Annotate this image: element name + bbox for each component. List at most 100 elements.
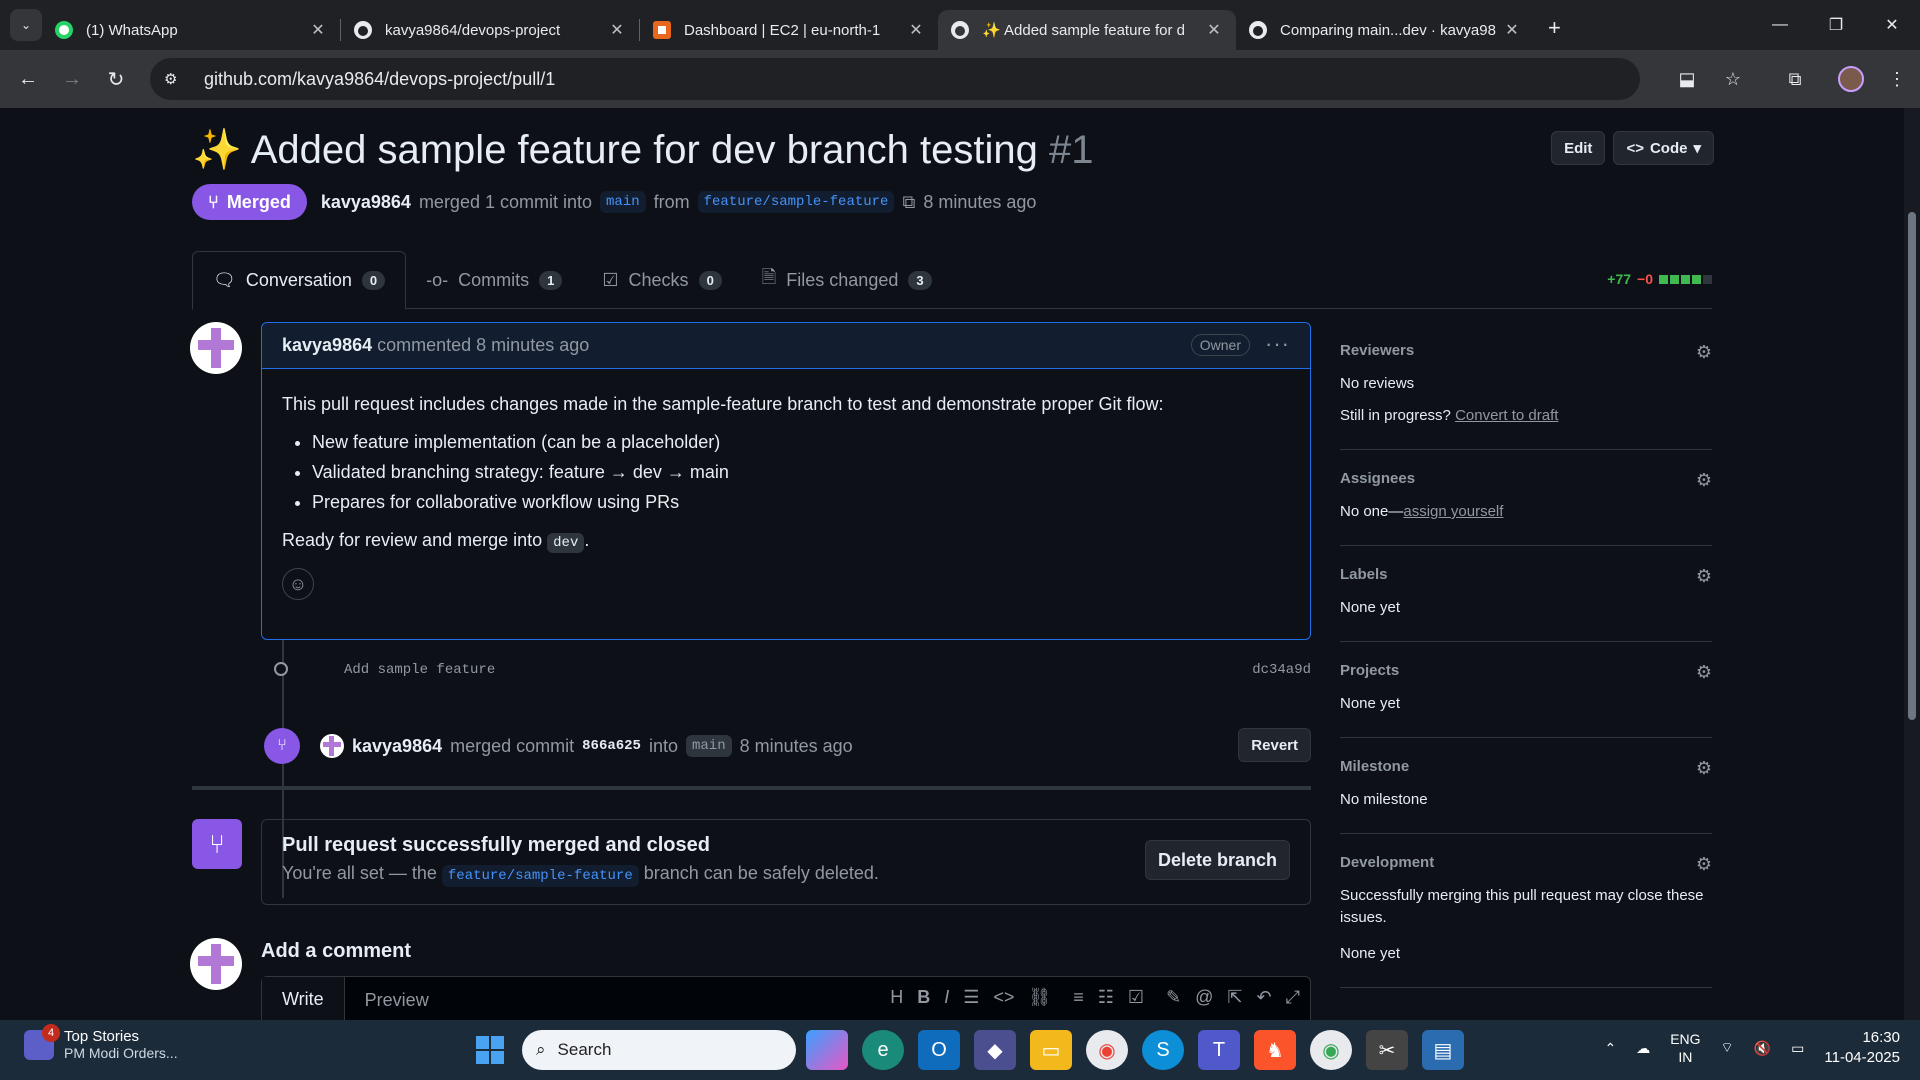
close-icon[interactable]: ✕: [308, 20, 328, 40]
reload-icon[interactable]: ↻: [94, 57, 138, 101]
merge-author-link[interactable]: kavya9864: [352, 736, 442, 757]
reply-icon[interactable]: ↶: [1257, 987, 1272, 1008]
snipping-tool-icon[interactable]: ✂: [1366, 1030, 1408, 1070]
commit-sha-link[interactable]: dc34a9d: [1252, 662, 1311, 678]
browser-tab-pr[interactable]: ✨ Added sample feature for d ✕: [938, 10, 1236, 50]
cross-reference-icon[interactable]: ⇱: [1227, 987, 1242, 1008]
gear-icon[interactable]: ⚙: [1696, 470, 1712, 491]
gear-icon[interactable]: ⚙: [1696, 662, 1712, 683]
heading-icon[interactable]: H: [890, 987, 903, 1008]
merge-sha-link[interactable]: 866a625: [582, 738, 641, 754]
commit-message-link[interactable]: Add sample feature: [344, 662, 495, 678]
browser-tab-whatsapp[interactable]: (1) WhatsApp ✕: [42, 10, 340, 50]
code-icon[interactable]: <>: [993, 987, 1014, 1008]
paperclip-icon[interactable]: ✎: [1166, 987, 1181, 1008]
chrome-icon[interactable]: ◉: [1086, 1030, 1128, 1070]
preview-tab[interactable]: Preview: [345, 977, 449, 1020]
mention-icon[interactable]: @: [1195, 987, 1213, 1008]
delete-branch-button[interactable]: Delete branch: [1144, 840, 1290, 880]
quote-icon[interactable]: ☰: [963, 987, 979, 1008]
restore-icon[interactable]: ❐: [1808, 0, 1864, 50]
sidebar-heading[interactable]: Milestone: [1340, 758, 1712, 775]
revert-button[interactable]: Revert: [1238, 728, 1311, 762]
skype-icon[interactable]: S: [1142, 1030, 1184, 1070]
sidebar-heading[interactable]: Reviewers: [1340, 342, 1712, 359]
close-icon[interactable]: ✕: [1204, 20, 1224, 40]
scrollbar-thumb[interactable]: [1908, 212, 1916, 720]
fullscreen-icon[interactable]: ⤢: [1286, 987, 1300, 1008]
install-app-icon[interactable]: ⬓: [1664, 69, 1710, 90]
news-widget[interactable]: 4 Top Stories PM Modi Orders...: [24, 1023, 178, 1061]
avatar[interactable]: [190, 322, 242, 374]
onedrive-icon[interactable]: ☁: [1636, 1040, 1650, 1057]
gear-icon[interactable]: ⚙: [1696, 854, 1712, 875]
gear-icon[interactable]: ⚙: [1696, 342, 1712, 363]
avatar[interactable]: [190, 938, 242, 990]
tab-conversation[interactable]: 🗨 Conversation 0: [192, 251, 407, 310]
windows-start-icon[interactable]: [476, 1036, 504, 1064]
teams-icon[interactable]: T: [1198, 1030, 1240, 1070]
italic-icon[interactable]: I: [944, 987, 949, 1008]
copilot-icon[interactable]: [806, 1030, 848, 1070]
bold-icon[interactable]: B: [917, 987, 930, 1008]
tab-files-changed[interactable]: 🗎 Files changed 3: [742, 251, 952, 309]
head-branch[interactable]: feature/sample-feature: [697, 191, 895, 213]
chevron-up-icon[interactable]: ⌃: [1604, 1040, 1616, 1057]
task-list-icon[interactable]: ☑: [1128, 987, 1144, 1008]
close-window-icon[interactable]: ✕: [1864, 0, 1920, 50]
forward-arrow-icon[interactable]: →: [50, 57, 94, 101]
ordered-list-icon[interactable]: ≡: [1073, 987, 1084, 1008]
pr-author-link[interactable]: kavya9864: [321, 192, 411, 213]
sidebar-heading[interactable]: Projects: [1340, 662, 1712, 679]
merge-target-branch[interactable]: main: [685, 735, 732, 757]
tab-search-chevron-icon[interactable]: ⌄: [10, 9, 42, 41]
close-icon[interactable]: ✕: [1502, 20, 1522, 40]
write-tab[interactable]: Write: [262, 977, 345, 1020]
gear-icon[interactable]: ⚙: [1696, 758, 1712, 779]
brave-icon[interactable]: ♞: [1254, 1030, 1296, 1070]
language-indicator[interactable]: ENG IN: [1670, 1030, 1700, 1066]
extensions-puzzle-icon[interactable]: ⧉: [1772, 69, 1818, 90]
notepad-icon[interactable]: ▤: [1422, 1030, 1464, 1070]
back-arrow-icon[interactable]: ←: [6, 57, 50, 101]
tab-checks[interactable]: ☑ Checks 0: [582, 251, 741, 309]
comment-author[interactable]: kavya9864: [282, 335, 372, 356]
site-info-icon[interactable]: ⚙: [164, 70, 186, 88]
m365-icon[interactable]: ◆: [974, 1030, 1016, 1070]
edge-icon[interactable]: e: [862, 1030, 904, 1070]
battery-icon[interactable]: ▭: [1791, 1040, 1804, 1057]
sidebar-heading[interactable]: Assignees: [1340, 470, 1712, 487]
unordered-list-icon[interactable]: ☷: [1098, 987, 1114, 1008]
kebab-menu-icon[interactable]: ⋮: [1874, 69, 1920, 90]
copy-icon[interactable]: ⧉: [902, 192, 915, 213]
file-explorer-icon[interactable]: ▭: [1030, 1030, 1072, 1070]
bookmark-star-icon[interactable]: ☆: [1710, 69, 1756, 90]
sidebar-heading[interactable]: Development: [1340, 854, 1712, 871]
new-tab-plus-icon[interactable]: +: [1548, 15, 1561, 41]
taskbar-search[interactable]: ⌕ Search: [522, 1030, 796, 1070]
page-scrollbar[interactable]: [1904, 108, 1920, 1020]
merged-branch[interactable]: feature/sample-feature: [441, 865, 639, 887]
avatar[interactable]: [320, 734, 344, 758]
kebab-horizontal-icon[interactable]: ···: [1265, 331, 1290, 357]
assign-yourself-link[interactable]: assign yourself: [1403, 503, 1503, 520]
speaker-muted-icon[interactable]: 🔇: [1754, 1040, 1771, 1057]
base-branch[interactable]: main: [600, 191, 646, 213]
profile-avatar[interactable]: [1828, 66, 1874, 92]
edit-button[interactable]: Edit: [1551, 131, 1606, 165]
minimize-icon[interactable]: —: [1752, 0, 1808, 50]
browser-tab-repo[interactable]: kavya9864/devops-project ✕: [341, 10, 639, 50]
chrome-profile-icon[interactable]: ◉: [1310, 1030, 1352, 1070]
convert-to-draft-link[interactable]: Convert to draft: [1455, 407, 1558, 424]
close-icon[interactable]: ✕: [906, 20, 926, 40]
add-reaction-smiley-icon[interactable]: ☺: [282, 568, 314, 600]
clock[interactable]: 16:30 11-04-2025: [1824, 1028, 1900, 1068]
code-button[interactable]: <> Code ▾: [1613, 131, 1714, 165]
sidebar-heading[interactable]: Labels: [1340, 566, 1712, 583]
link-icon[interactable]: ⛓: [1028, 987, 1051, 1008]
wifi-icon[interactable]: ⌔: [1721, 1039, 1734, 1057]
tab-commits[interactable]: -o- Commits 1: [406, 251, 582, 309]
browser-tab-aws[interactable]: Dashboard | EC2 | eu-north-1 ✕: [640, 10, 938, 50]
gear-icon[interactable]: ⚙: [1696, 566, 1712, 587]
close-icon[interactable]: ✕: [607, 20, 627, 40]
